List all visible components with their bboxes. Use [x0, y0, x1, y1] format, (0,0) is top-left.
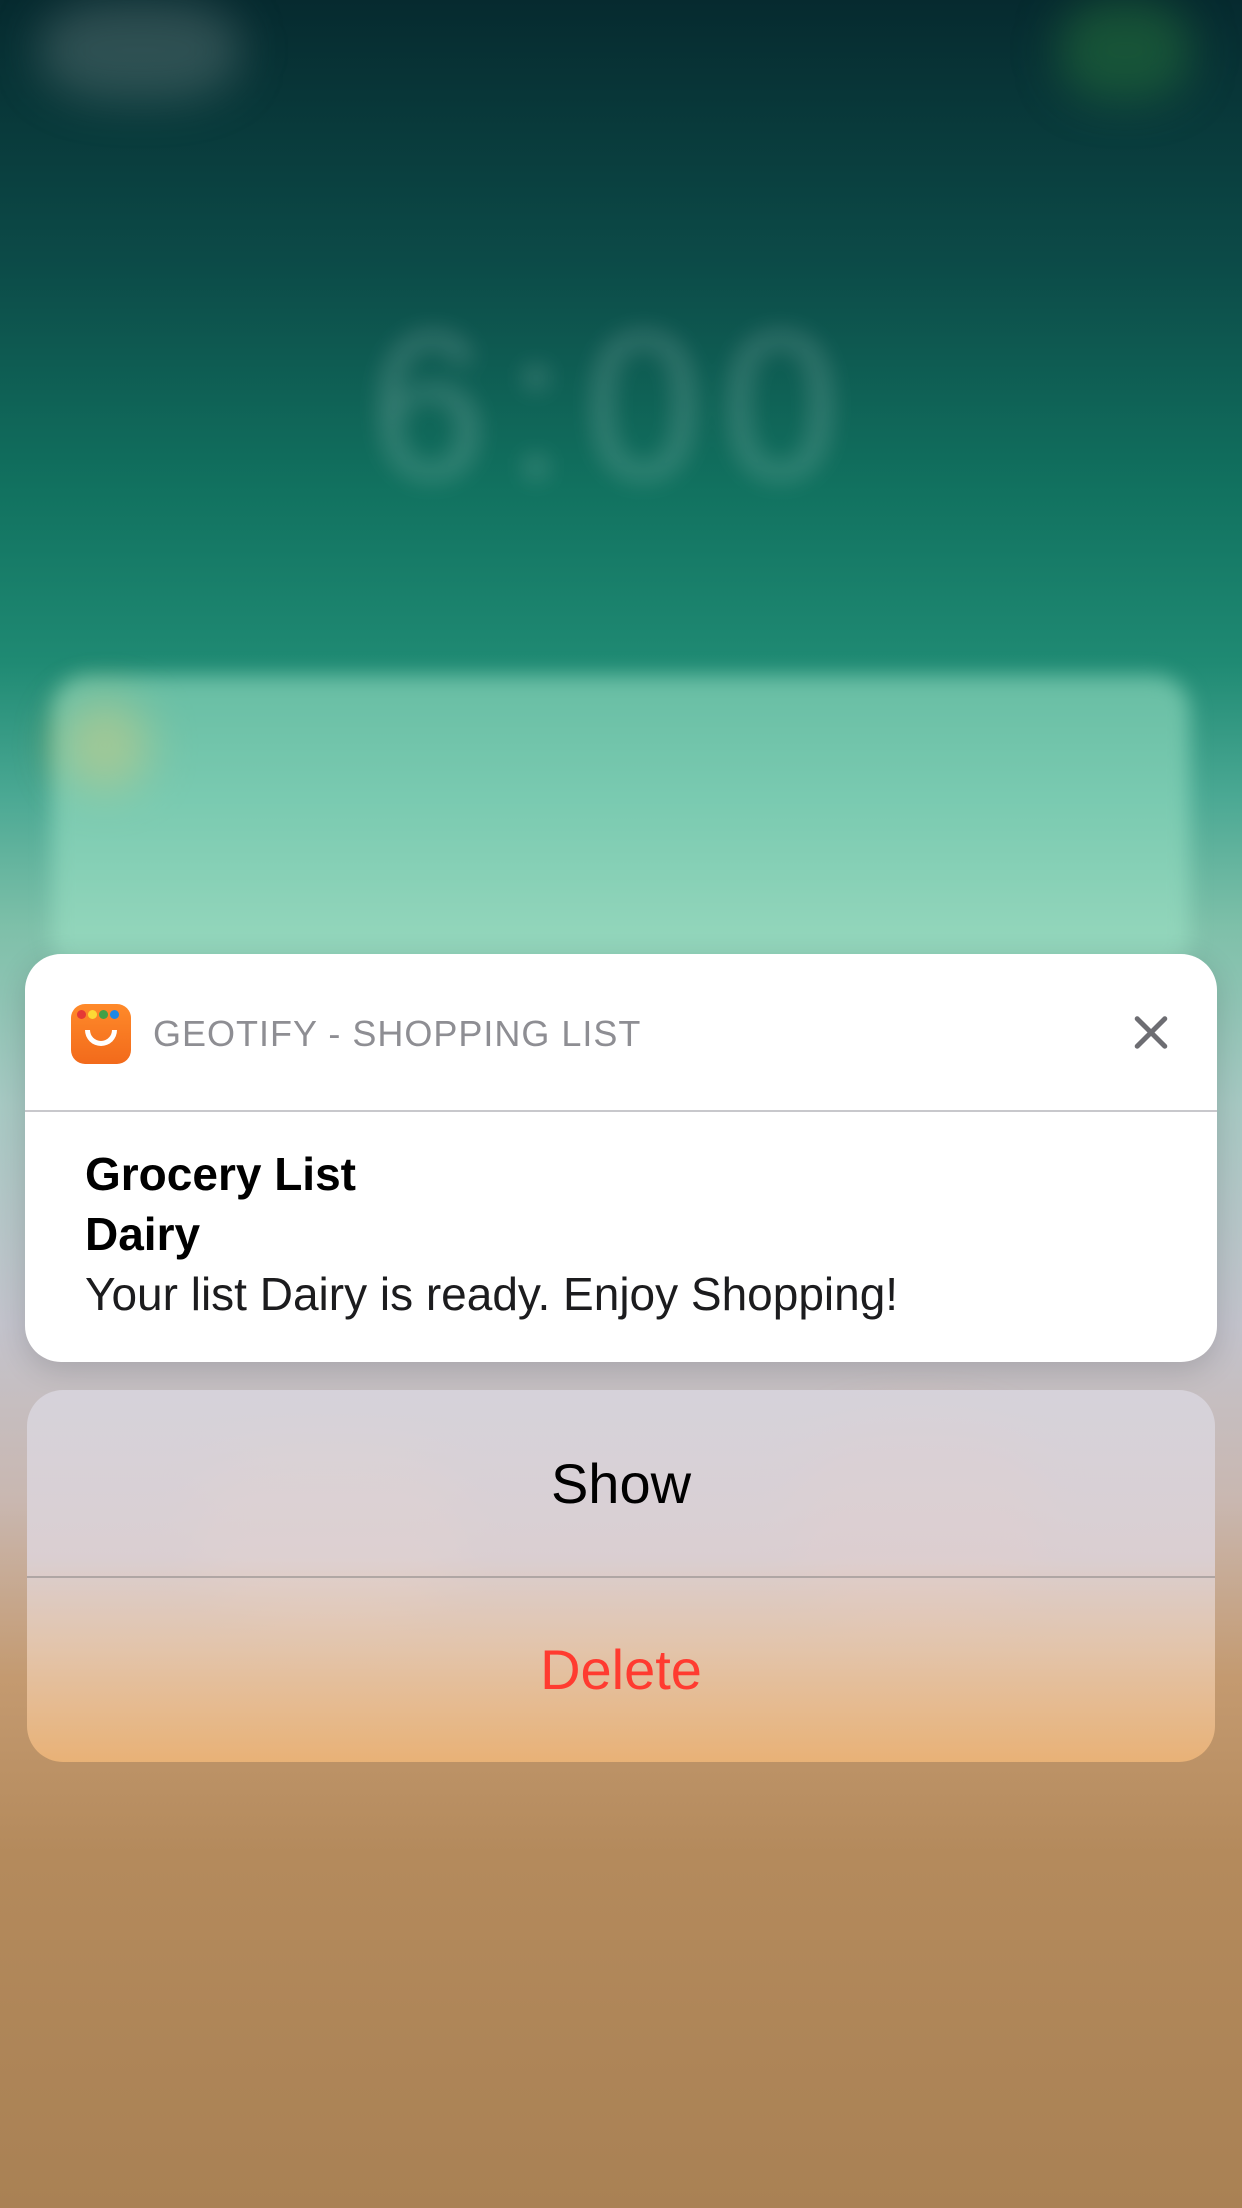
notification-body: Grocery List Dairy Your list Dairy is re…: [85, 1144, 1177, 1324]
blurred-clock: 6:00: [370, 288, 859, 523]
blurred-notification: [52, 675, 1190, 975]
app-name: GEOTIFY - SHOPPING LIST: [153, 1013, 642, 1054]
notification-subtitle: Dairy: [85, 1208, 201, 1260]
close-icon[interactable]: [1121, 1002, 1181, 1062]
notification-message: Your list Dairy is ready. Enjoy Shopping…: [85, 1268, 899, 1320]
show-button[interactable]: Show: [27, 1390, 1215, 1578]
shopping-bag-icon: [71, 1004, 131, 1064]
action-sheet: Show Delete: [27, 1390, 1215, 1762]
notification-title: Grocery List: [85, 1148, 356, 1200]
delete-button[interactable]: Delete: [27, 1576, 1215, 1762]
notification-card[interactable]: GEOTIFY - SHOPPING LIST Grocery List Dai…: [25, 954, 1217, 1362]
notification-header: GEOTIFY - SHOPPING LIST: [25, 954, 1217, 1112]
